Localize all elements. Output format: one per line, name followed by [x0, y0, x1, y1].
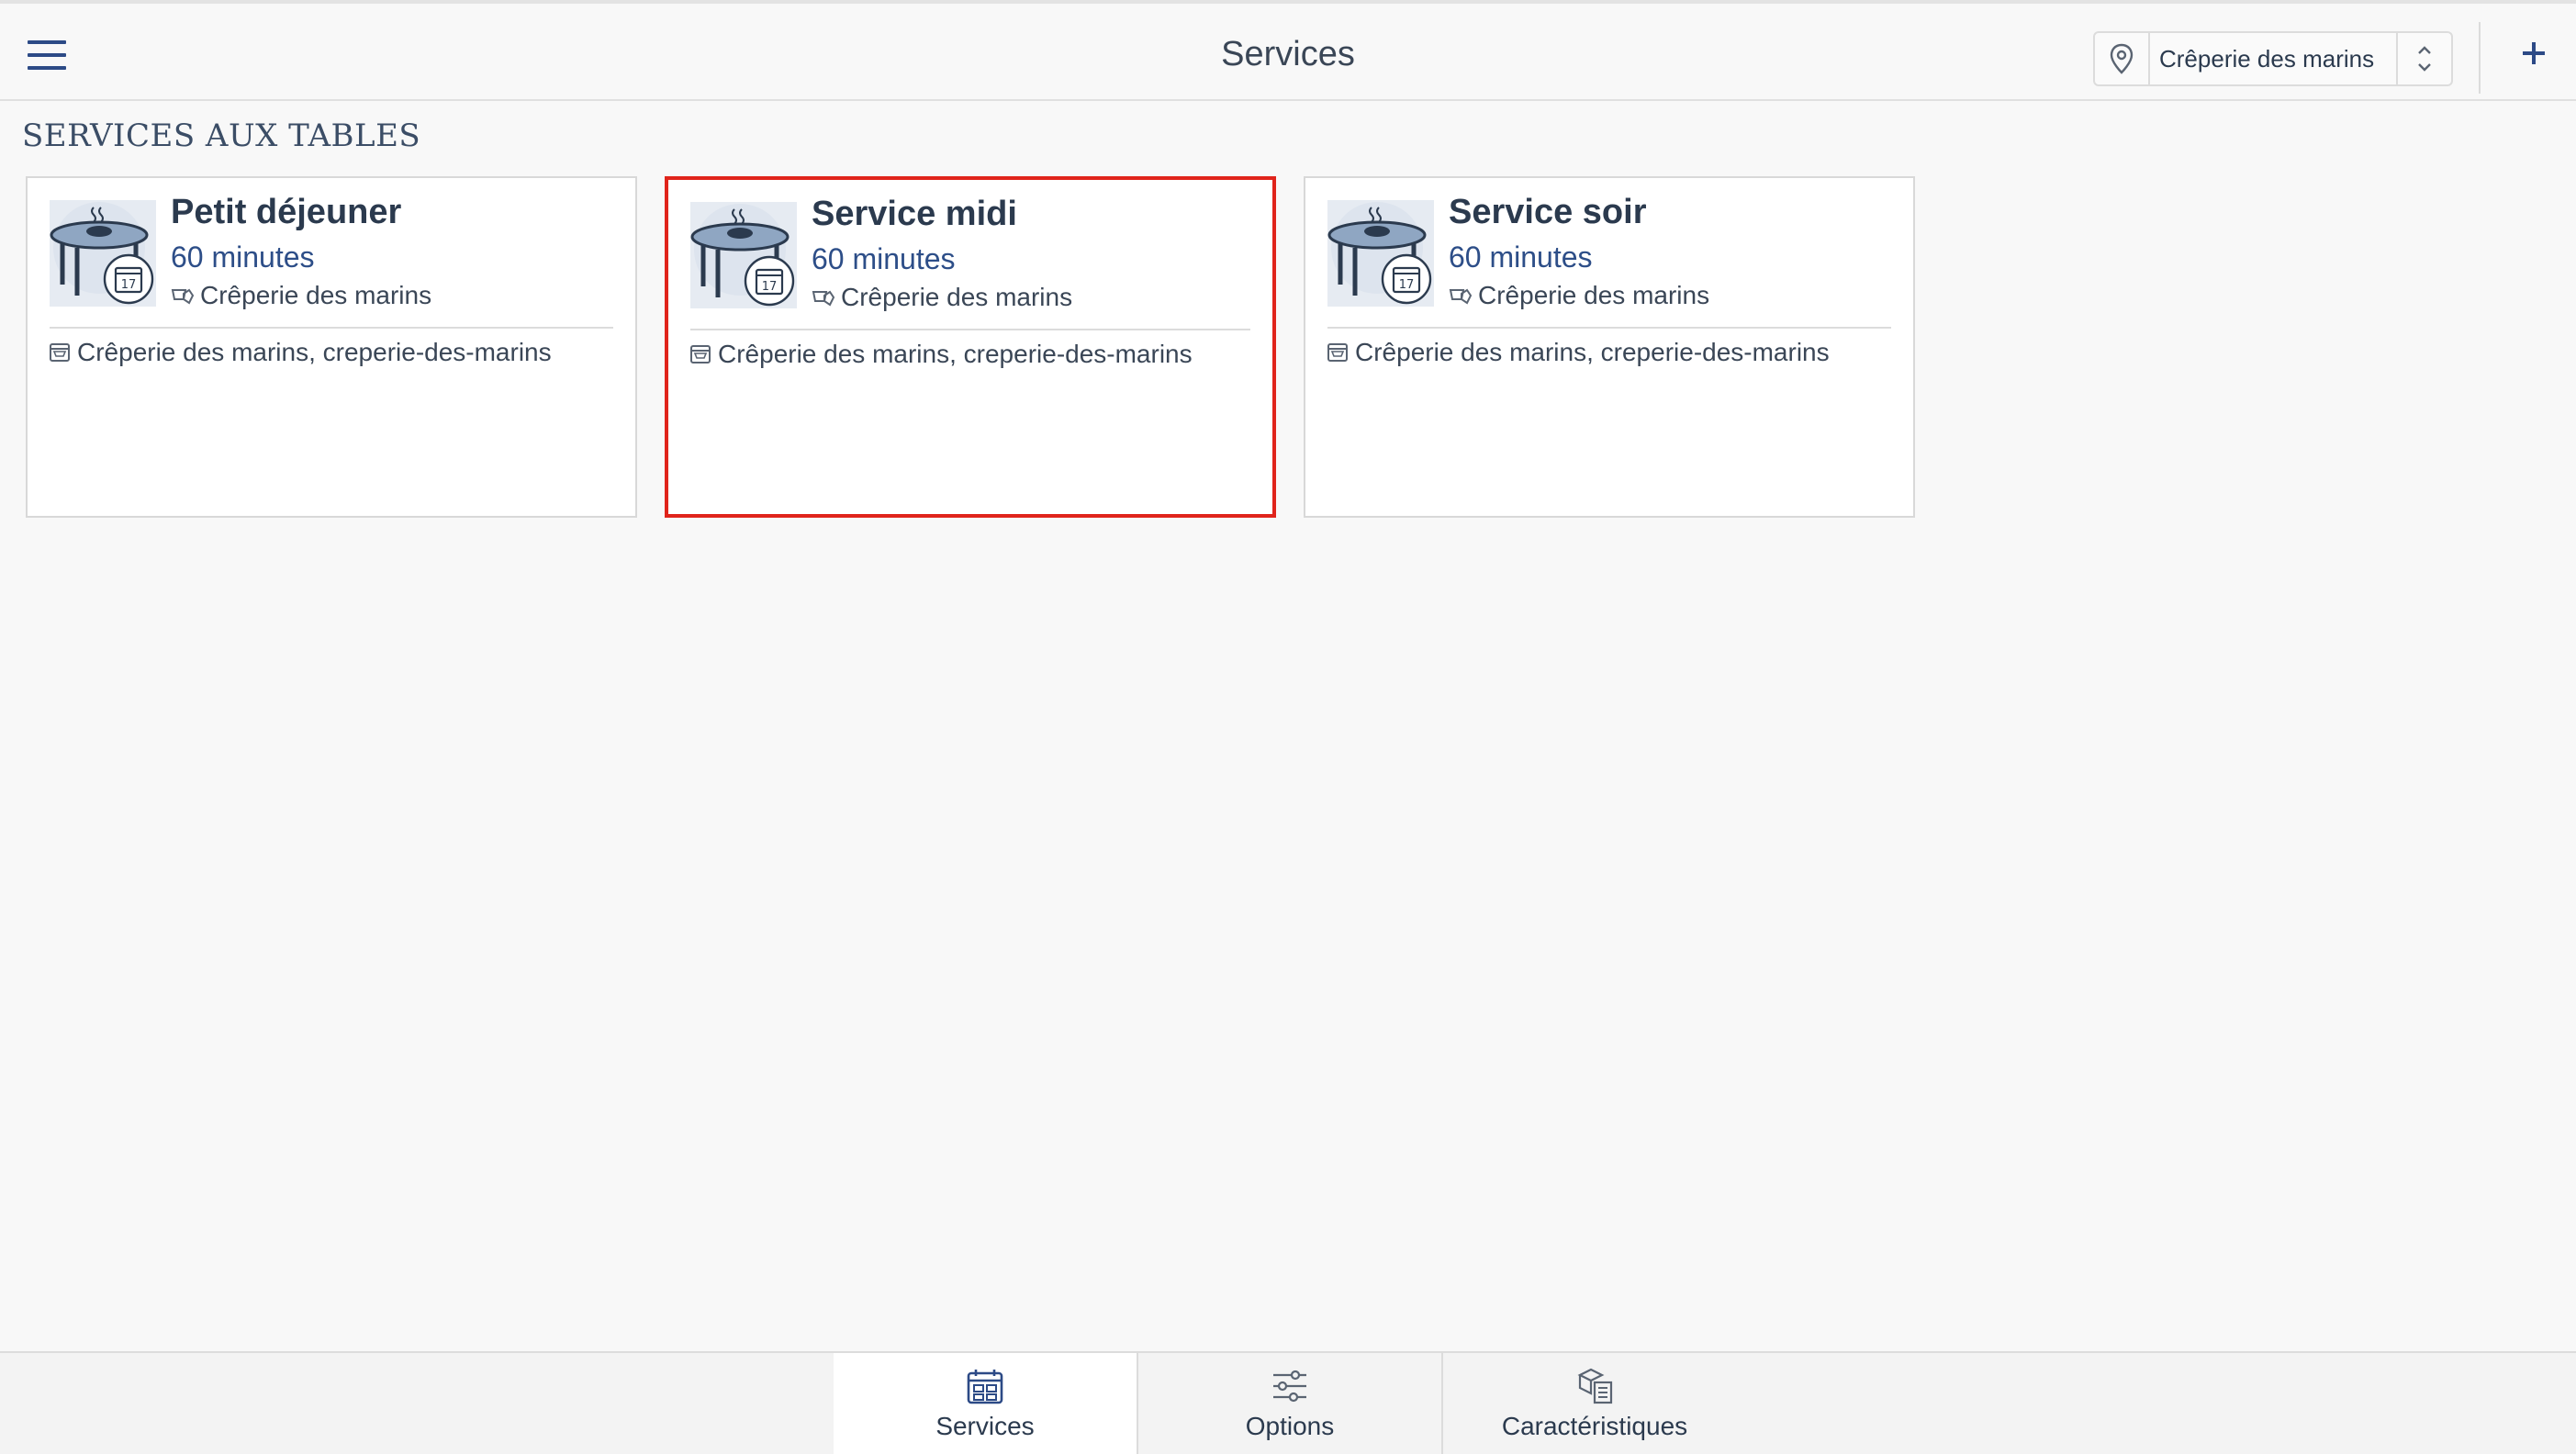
service-title: Petit déjeuner: [171, 193, 402, 231]
service-shop: Crêperie des marins, creperie-des-marins: [48, 338, 552, 367]
service-shop-label: Crêperie des marins, creperie-des-marins: [1355, 338, 1830, 366]
card-divider: [1327, 327, 1891, 329]
service-shop: Crêperie des marins, creperie-des-marins: [1326, 338, 1830, 367]
section-title: SERVICES AUX TABLES: [22, 117, 421, 154]
service-table-icon: 17: [690, 202, 797, 308]
plus-icon: [2523, 42, 2545, 64]
service-table-icon: 17: [1327, 200, 1434, 307]
tab-services[interactable]: Services: [834, 1353, 1137, 1454]
service-card-3[interactable]: 17 Service soir 60 minutes Crêperie des …: [1304, 176, 1915, 518]
bottom-tab-bar: Services Options Caractéristiques: [0, 1351, 2576, 1454]
shop-tag-icon: [171, 288, 195, 305]
service-title: Service midi: [812, 195, 1017, 233]
service-duration: 60 minutes: [1449, 240, 1593, 274]
svg-text:17: 17: [1399, 278, 1415, 292]
service-card-1[interactable]: 17 Petit déjeuner 60 minutes Crêperie de…: [26, 176, 637, 518]
tab-options[interactable]: Options: [1138, 1353, 1441, 1454]
service-duration: 60 minutes: [812, 242, 956, 275]
header-divider: [2479, 22, 2481, 94]
service-shop-label: Crêperie des marins, creperie-des-marins: [718, 340, 1193, 368]
sliders-icon: [1273, 1370, 1306, 1403]
service-place: Crêperie des marins: [1449, 281, 1709, 310]
tab-caracteristiques-label: Caractéristiques: [1501, 1412, 1688, 1440]
service-card-2[interactable]: 17 Service midi 60 minutes Crêperie des …: [665, 176, 1276, 518]
shop-cart-icon: [1327, 343, 1348, 362]
tab-caracteristiques[interactable]: Caractéristiques: [1443, 1353, 1746, 1454]
service-duration: 60 minutes: [171, 240, 315, 274]
features-icon: [1577, 1368, 1613, 1404]
service-place-label: Crêperie des marins: [841, 283, 1073, 311]
shop-tag-icon: [1449, 288, 1473, 305]
chevron-up-down-icon: [2396, 33, 2451, 84]
service-shop-label: Crêperie des marins, creperie-des-marins: [77, 338, 552, 366]
card-divider: [690, 329, 1250, 330]
location-select[interactable]: Crêperie des marins: [2093, 31, 2453, 86]
top-bar: Services Crêperie des marins: [0, 0, 2576, 101]
tab-services-label: Services: [935, 1412, 1035, 1440]
svg-text:17: 17: [762, 280, 778, 294]
service-place: Crêperie des marins: [171, 281, 431, 310]
service-place-label: Crêperie des marins: [1478, 281, 1710, 309]
card-divider: [50, 327, 613, 329]
location-select-value: Crêperie des marins: [2159, 44, 2375, 73]
shop-tag-icon: [812, 290, 835, 307]
tab-options-label: Options: [1245, 1412, 1335, 1440]
service-shop: Crêperie des marins, creperie-des-marins: [689, 340, 1193, 369]
service-table-icon: 17: [50, 200, 156, 307]
shop-cart-icon: [690, 345, 711, 364]
add-button[interactable]: [2514, 33, 2554, 73]
calendar-grid-icon: [967, 1370, 1003, 1404]
shop-cart-icon: [50, 343, 70, 362]
service-place-label: Crêperie des marins: [200, 281, 432, 309]
service-title: Service soir: [1449, 193, 1647, 231]
map-pin-icon: [2095, 33, 2150, 84]
service-place: Crêperie des marins: [812, 283, 1072, 312]
svg-text:17: 17: [121, 278, 137, 292]
